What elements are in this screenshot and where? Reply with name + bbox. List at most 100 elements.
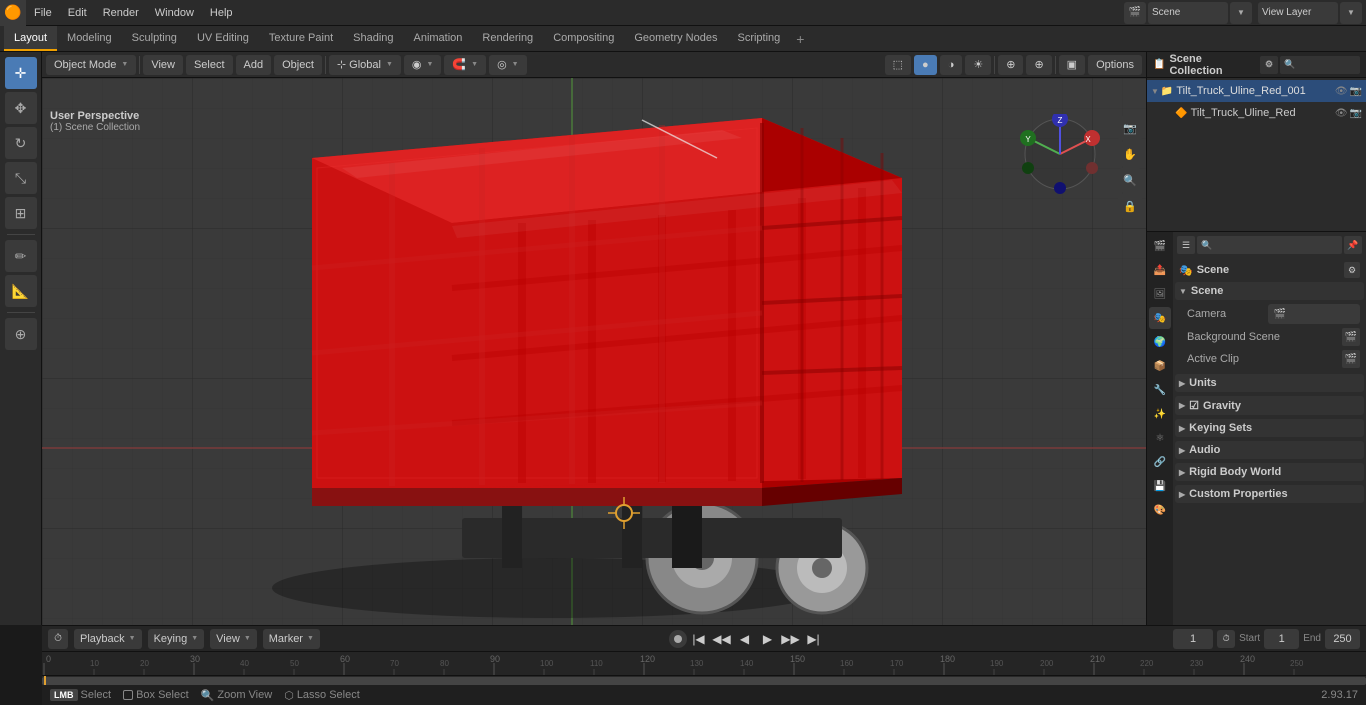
gizmo-toggle[interactable]: ⊕ — [998, 55, 1023, 75]
proportional-edit[interactable]: ◎ ▼ — [489, 55, 527, 75]
item-1-visibility[interactable]: 👁 — [1335, 108, 1348, 119]
view-menu[interactable]: View — [143, 55, 183, 75]
prop-search[interactable]: 🔍 — [1197, 236, 1342, 254]
outliner-item-0[interactable]: ▼ 📁 Tilt_Truck_Uline_Red_001 👁 📷 — [1147, 80, 1366, 102]
tool-measure[interactable]: 📐 — [5, 275, 37, 307]
zoom-icon[interactable]: 🔍 — [1118, 168, 1142, 192]
outliner-search[interactable]: 🔍 — [1280, 56, 1360, 74]
tab-uv-editing[interactable]: UV Editing — [187, 26, 259, 51]
prop-icon-scene[interactable]: 🎭 — [1149, 307, 1171, 329]
play-reverse-btn[interactable]: ◀ — [734, 628, 756, 650]
prop-icon-object[interactable]: 📦 — [1149, 355, 1171, 377]
prop-icon-particles[interactable]: ✨ — [1149, 403, 1171, 425]
gravity-section-header[interactable]: ▶ ☑ Gravity — [1175, 396, 1364, 415]
outliner-item-1[interactable]: ▶ 🔶 Tilt_Truck_Uline_Red 👁 📷 — [1147, 102, 1366, 124]
shading-rendered[interactable]: ☀ — [965, 55, 991, 75]
navigation-gizmo[interactable]: X Y Z — [1020, 114, 1100, 194]
add-workspace-button[interactable]: + — [790, 26, 810, 51]
prop-icon-material[interactable]: 🎨 — [1149, 499, 1171, 521]
prop-icon-data[interactable]: 💾 — [1149, 475, 1171, 497]
engine-selector[interactable]: 🎬 — [1124, 2, 1146, 24]
outliner-filter[interactable]: ⚙ — [1260, 56, 1278, 74]
shading-solid[interactable]: ● — [914, 55, 937, 75]
jump-end-btn[interactable]: ▶| — [803, 628, 825, 650]
timeline-track-area[interactable] — [42, 676, 1366, 685]
xray-toggle[interactable]: ▣ — [1059, 55, 1085, 75]
prop-icon-modifier[interactable]: 🔧 — [1149, 379, 1171, 401]
pivot-point[interactable]: ◉ ▼ — [404, 55, 442, 75]
menu-file[interactable]: File — [26, 0, 60, 25]
lasso-select-status[interactable]: ⬡ Lasso Select — [284, 689, 360, 702]
scene-settings-btn[interactable]: ⚙ — [1344, 262, 1360, 278]
timeline-icon[interactable]: ⏱ — [48, 629, 68, 649]
timeline-scrollbar[interactable] — [42, 677, 1366, 685]
jump-start-btn[interactable]: |◀ — [688, 628, 710, 650]
item-0-render[interactable]: 📷 — [1350, 86, 1362, 97]
menu-render[interactable]: Render — [95, 0, 147, 25]
tool-rotate[interactable]: ↻ — [5, 127, 37, 159]
menu-help[interactable]: Help — [202, 0, 241, 25]
end-frame-input[interactable]: 250 — [1325, 629, 1360, 649]
tab-texture-paint[interactable]: Texture Paint — [259, 26, 343, 51]
item-0-visibility[interactable]: 👁 — [1335, 86, 1348, 97]
timeline-scroll-thumb[interactable] — [42, 677, 1366, 685]
menu-edit[interactable]: Edit — [60, 0, 95, 25]
add-menu[interactable]: Add — [236, 55, 272, 75]
tab-modeling[interactable]: Modeling — [57, 26, 122, 51]
tab-sculpting[interactable]: Sculpting — [122, 26, 187, 51]
tab-rendering[interactable]: Rendering — [472, 26, 543, 51]
current-frame-input[interactable]: 1 — [1173, 629, 1213, 649]
select-menu[interactable]: Select — [186, 55, 233, 75]
marker-menu[interactable]: Marker ▼ — [263, 629, 320, 649]
transform-space[interactable]: ⊹ Global ▼ — [329, 55, 401, 75]
play-btn[interactable]: ▶ — [757, 628, 779, 650]
tool-cursor[interactable]: ✛ — [5, 57, 37, 89]
tab-layout[interactable]: Layout — [4, 26, 57, 51]
playback-menu[interactable]: Playback ▼ — [74, 629, 142, 649]
tab-geometry-nodes[interactable]: Geometry Nodes — [624, 26, 727, 51]
audio-section-header[interactable]: ▶ Audio — [1175, 441, 1364, 459]
overlay-toggle[interactable]: ⊕ — [1026, 55, 1051, 75]
menu-window[interactable]: Window — [147, 0, 202, 25]
camera-value[interactable]: 🎬 — [1268, 304, 1361, 324]
tool-annotate[interactable]: ✏ — [5, 240, 37, 272]
mode-selector[interactable]: Object Mode ▼ — [46, 55, 136, 75]
keying-menu[interactable]: Keying ▼ — [148, 629, 205, 649]
viewport-3d[interactable]: Object Mode ▼ View Select Add Object ⊹ G… — [42, 52, 1146, 625]
zoom-view-status[interactable]: 🔍 Zoom View — [201, 689, 273, 702]
tab-shading[interactable]: Shading — [343, 26, 403, 51]
shading-wireframe[interactable]: ⬚ — [885, 55, 911, 75]
view-menu-tl[interactable]: View ▼ — [210, 629, 257, 649]
prop-icon-output[interactable]: 📤 — [1149, 259, 1171, 281]
record-btn[interactable] — [669, 630, 687, 648]
view-layer-selector[interactable]: View Layer — [1258, 2, 1338, 24]
units-section-header[interactable]: ▶ Units — [1175, 374, 1364, 392]
options-menu[interactable]: Options — [1088, 55, 1142, 75]
hand-icon[interactable]: ✋ — [1118, 142, 1142, 166]
box-select-status[interactable]: Box Select — [123, 689, 189, 701]
prop-icon-view-layer[interactable]: 🖼 — [1149, 283, 1171, 305]
camera-icon[interactable]: 📷 — [1118, 116, 1142, 140]
tab-compositing[interactable]: Compositing — [543, 26, 624, 51]
lock-icon[interactable]: 🔒 — [1118, 194, 1142, 218]
object-menu[interactable]: Object — [274, 55, 322, 75]
snap-toggle[interactable]: 🧲 ▼ — [444, 55, 486, 75]
scene-selector-expand[interactable]: ▼ — [1230, 2, 1252, 24]
custom-properties-header[interactable]: ▶ Custom Properties — [1175, 485, 1364, 503]
step-back-btn[interactable]: ◀◀ — [711, 628, 733, 650]
prop-icon-constraints[interactable]: 🔗 — [1149, 451, 1171, 473]
prop-icon-world[interactable]: 🌍 — [1149, 331, 1171, 353]
item-1-render[interactable]: 📷 — [1350, 108, 1362, 119]
keying-sets-header[interactable]: ▶ Keying Sets — [1175, 419, 1364, 437]
start-frame-input[interactable]: 1 — [1264, 629, 1299, 649]
tool-scale[interactable]: ⤡ — [5, 162, 37, 194]
prop-pin-btn[interactable]: 📌 — [1344, 236, 1362, 254]
step-forward-btn[interactable]: ▶▶ — [780, 628, 802, 650]
tool-transform[interactable]: ⊞ — [5, 197, 37, 229]
prop-icon-physics[interactable]: ⚛ — [1149, 427, 1171, 449]
tool-add[interactable]: ⊕ — [5, 318, 37, 350]
view-layer-selector-expand[interactable]: ▼ — [1340, 2, 1362, 24]
tab-animation[interactable]: Animation — [404, 26, 473, 51]
prop-icon-render[interactable]: 🎬 — [1149, 235, 1171, 257]
tool-move[interactable]: ✥ — [5, 92, 37, 124]
